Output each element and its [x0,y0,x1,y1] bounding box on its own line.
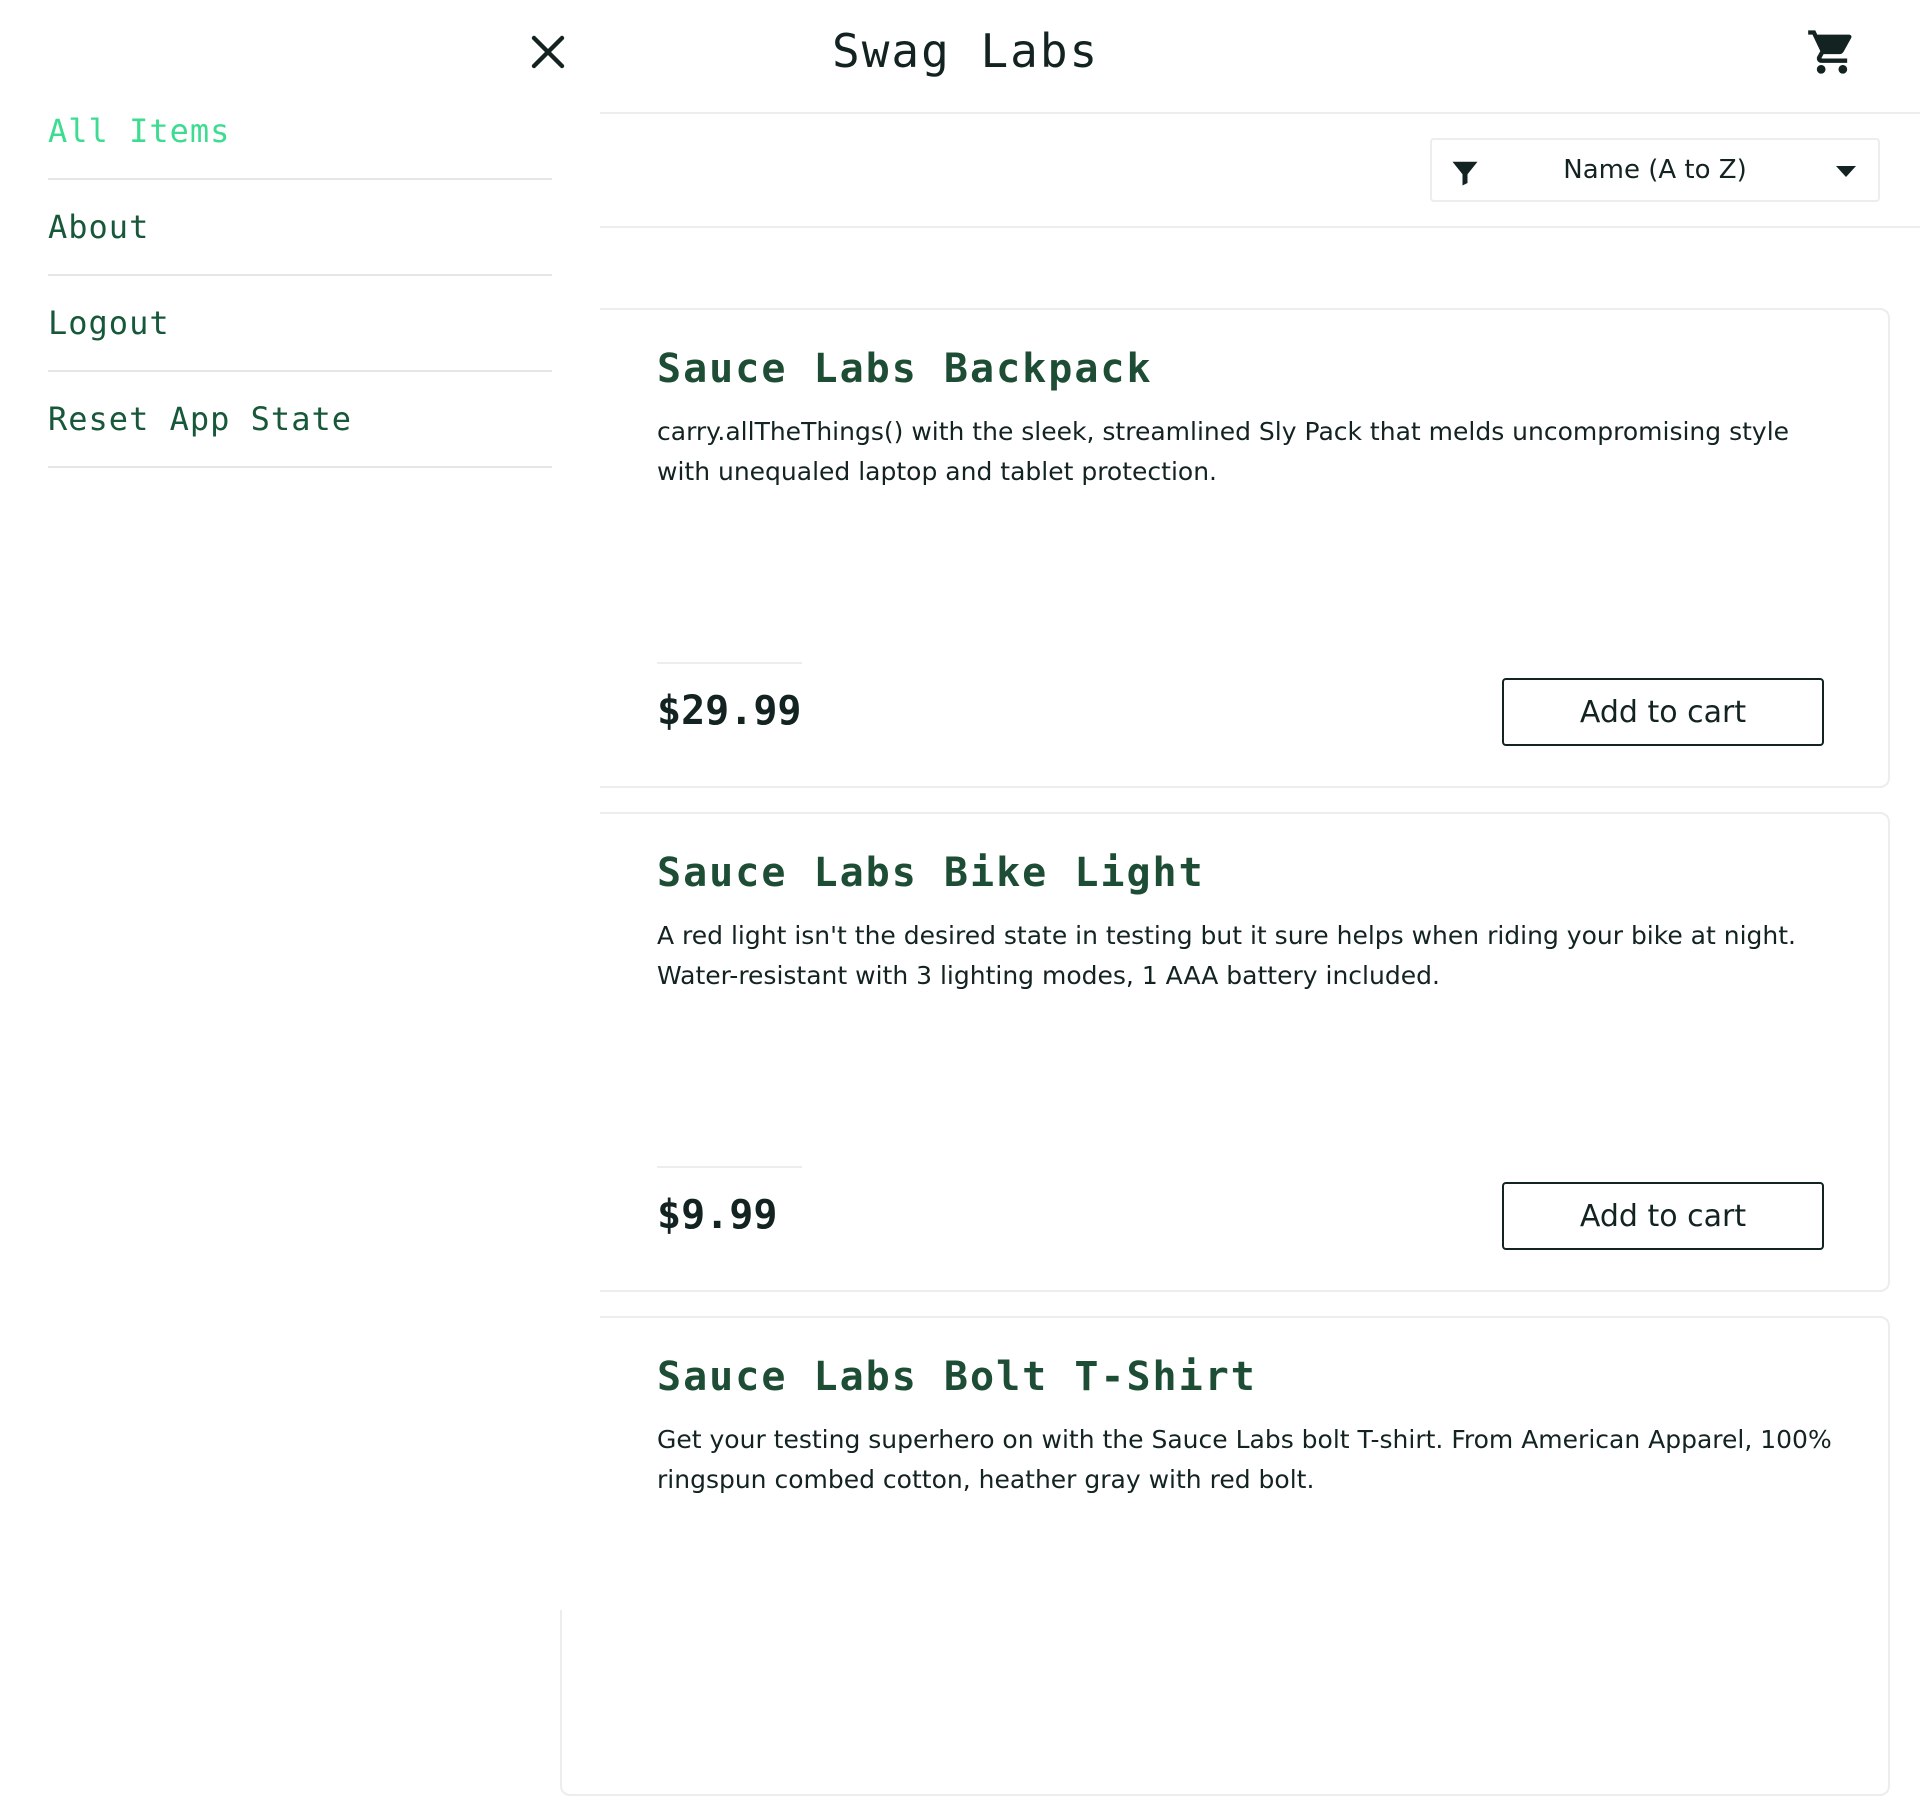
shopping-cart-link[interactable] [1806,26,1858,78]
inventory-list: Sauce Labs Backpack carry.allTheThings()… [560,308,1890,1820]
chevron-down-icon [1836,166,1856,177]
item-description: carry.allTheThings() with the sleek, str… [657,417,1790,486]
add-to-cart-button[interactable]: Add to cart [1502,678,1824,746]
item-price: $29.99 [657,688,802,734]
price-divider [657,662,802,664]
menu-item-all-items[interactable]: All Items [48,84,552,180]
inventory-item: Sauce Labs Bolt T-Shirt Get your testing… [560,1316,1890,1796]
menu-item-logout[interactable]: Logout [48,276,552,372]
item-name-link[interactable]: Sauce Labs Bike Light [657,850,1205,896]
item-description: Get your testing superhero on with the S… [657,1425,1832,1494]
add-to-cart-button[interactable]: Add to cart [1502,1182,1824,1250]
product-sort-select[interactable]: Name (A to Z) [1430,138,1880,202]
shopping-cart-icon [1808,30,1852,74]
sort-selected-value: Name (A to Z) [1563,155,1747,185]
menu-item-reset-app-state[interactable]: Reset App State [48,372,552,468]
item-description: A red light isn't the desired state in t… [657,921,1796,990]
inventory-item: Sauce Labs Bike Light A red light isn't … [560,812,1890,1292]
item-name-link[interactable]: Sauce Labs Bolt T-Shirt [657,1354,1257,1400]
app-title: Swag Labs [832,24,1100,78]
item-price: $9.99 [657,1192,778,1238]
menu-item-about[interactable]: About [48,180,552,276]
price-divider [657,1166,802,1168]
item-name-link[interactable]: Sauce Labs Backpack [657,346,1153,392]
burger-menu: All Items About Logout Reset App State [0,0,600,1610]
menu-list: All Items About Logout Reset App State [48,84,552,468]
inventory-item: Sauce Labs Backpack carry.allTheThings()… [560,308,1890,788]
close-icon[interactable] [524,28,572,76]
